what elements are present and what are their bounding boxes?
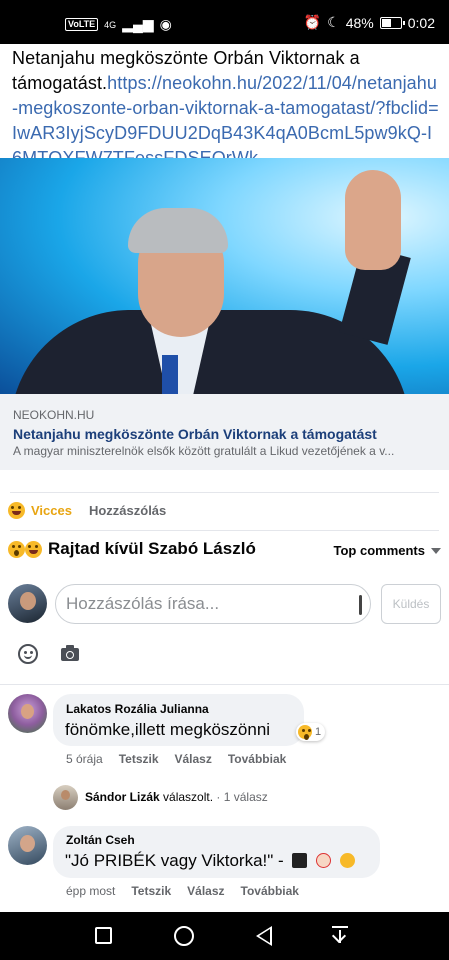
reply-button[interactable]: Válasz xyxy=(175,752,212,766)
reactors-text[interactable]: Rajtad kívül Szabó László xyxy=(48,539,256,559)
divider xyxy=(0,684,449,685)
send-button[interactable]: Küldés xyxy=(381,584,441,624)
comment-input[interactable]: Hozzászólás írása... xyxy=(55,584,371,624)
avatar[interactable] xyxy=(8,826,47,865)
comment-placeholder: Hozzászólás írása... xyxy=(66,594,220,613)
comment-text: fönömke,illett megköszönni xyxy=(65,720,271,739)
like-button[interactable]: Tetszik xyxy=(131,884,171,898)
haha-icon xyxy=(25,541,42,558)
photo-tie xyxy=(162,355,178,394)
comment-author[interactable]: Zoltán Cseh xyxy=(66,833,135,847)
avatar[interactable] xyxy=(8,694,47,733)
comment-time: 5 órája xyxy=(66,752,103,766)
reply-author: Sándor Lizák xyxy=(85,790,160,804)
reply-avatar xyxy=(53,785,78,810)
comment-time: épp most xyxy=(66,884,116,898)
caret-down-icon xyxy=(431,547,441,554)
pirate-flag-icon xyxy=(292,853,308,868)
sort-label: Top comments xyxy=(333,543,426,558)
alarm-icon: ⏰ xyxy=(303,14,322,30)
camera-icon[interactable] xyxy=(61,645,79,661)
like-button[interactable]: Tetszik xyxy=(119,752,159,766)
emoji-picker-icon[interactable] xyxy=(18,644,38,664)
my-avatar xyxy=(8,584,47,623)
reaction-label: Vicces xyxy=(31,503,72,518)
more-button[interactable]: Továbbiak xyxy=(241,884,299,898)
link-title: Netanjahu megköszönte Orbán Viktornak a … xyxy=(13,426,377,442)
recents-icon[interactable] xyxy=(95,927,112,944)
post-actions: Vicces Hozzászólás xyxy=(8,502,166,519)
volte-icon: VoLTE xyxy=(65,18,99,31)
reply-count: 1 válasz xyxy=(223,790,268,804)
link-description: A magyar miniszterelnök elsők között gra… xyxy=(13,444,395,458)
link-domain: NEOKOHN.HU xyxy=(13,408,95,422)
status-bar: VoLTE 4G ▂▄▆ ◉ ⏰ ☾ 48% 0:02 xyxy=(0,0,449,44)
signal-icon: ▂▄▆ xyxy=(122,16,154,32)
reply-summary[interactable]: Sándor Lizák válaszolt. · 1 válasz xyxy=(85,790,268,804)
comment-text-body: "Jó PRIBÉK vagy Viktorka!" - xyxy=(65,851,284,870)
comment-button[interactable]: Hozzászólás xyxy=(89,503,166,518)
comment-author[interactable]: Lakatos Rozália Julianna xyxy=(66,702,209,716)
post-text: Netanjahu megköszönte Orbán Viktornak a … xyxy=(12,46,440,171)
network-type: 4G xyxy=(104,19,117,30)
comment-bubble: Zoltán Cseh "Jó PRIBÉK vagy Viktorka!" - xyxy=(53,826,380,878)
divider xyxy=(10,492,439,493)
comment-reaction-badge[interactable]: 1 xyxy=(296,723,326,741)
sort-dropdown[interactable]: Top comments xyxy=(333,543,441,558)
back-icon[interactable] xyxy=(256,926,272,946)
post-photo[interactable] xyxy=(0,158,449,394)
clock: 0:02 xyxy=(407,14,435,31)
reaction-summary[interactable] xyxy=(8,541,42,558)
reaction-button[interactable]: Vicces xyxy=(8,502,72,519)
divider xyxy=(10,530,439,531)
photo-hair xyxy=(128,208,228,253)
moon-icon: ☾ xyxy=(327,14,340,30)
navigation-bar xyxy=(0,912,449,960)
reply-action: válaszolt. xyxy=(159,790,214,804)
comments-header: Rajtad kívül Szabó László Top comments xyxy=(8,539,441,563)
more-button[interactable]: Továbbiak xyxy=(228,752,286,766)
comment-text: "Jó PRIBÉK vagy Viktorka!" - xyxy=(65,851,355,871)
home-icon[interactable] xyxy=(174,926,194,946)
status-right: ⏰ ☾ 48% 0:02 xyxy=(304,14,435,31)
haha-icon xyxy=(8,502,25,519)
reply-button[interactable]: Válasz xyxy=(187,884,224,898)
comment-meta: 5 órája Tetszik Válasz Továbbiak xyxy=(66,752,302,766)
battery-icon xyxy=(379,16,405,29)
wow-icon xyxy=(298,725,312,740)
status-left: VoLTE 4G ▂▄▆ ◉ xyxy=(65,16,172,33)
grin-icon xyxy=(339,853,355,868)
notification-pull-icon[interactable] xyxy=(331,926,349,946)
wow-icon xyxy=(8,541,25,558)
photo-hand xyxy=(345,170,401,270)
clown-icon xyxy=(316,853,332,868)
reaction-count: 1 xyxy=(315,726,322,738)
wifi-icon: ◉ xyxy=(159,16,172,32)
text-cursor xyxy=(359,595,362,615)
comment-meta: épp most Tetszik Válasz Továbbiak xyxy=(66,884,315,898)
link-preview-card[interactable]: NEOKOHN.HU Netanjahu megköszönte Orbán V… xyxy=(0,394,449,470)
battery-percent: 48% xyxy=(345,14,374,31)
comment-bubble: Lakatos Rozália Julianna fönömke,illett … xyxy=(53,694,304,746)
reply-separator: · xyxy=(213,790,224,804)
